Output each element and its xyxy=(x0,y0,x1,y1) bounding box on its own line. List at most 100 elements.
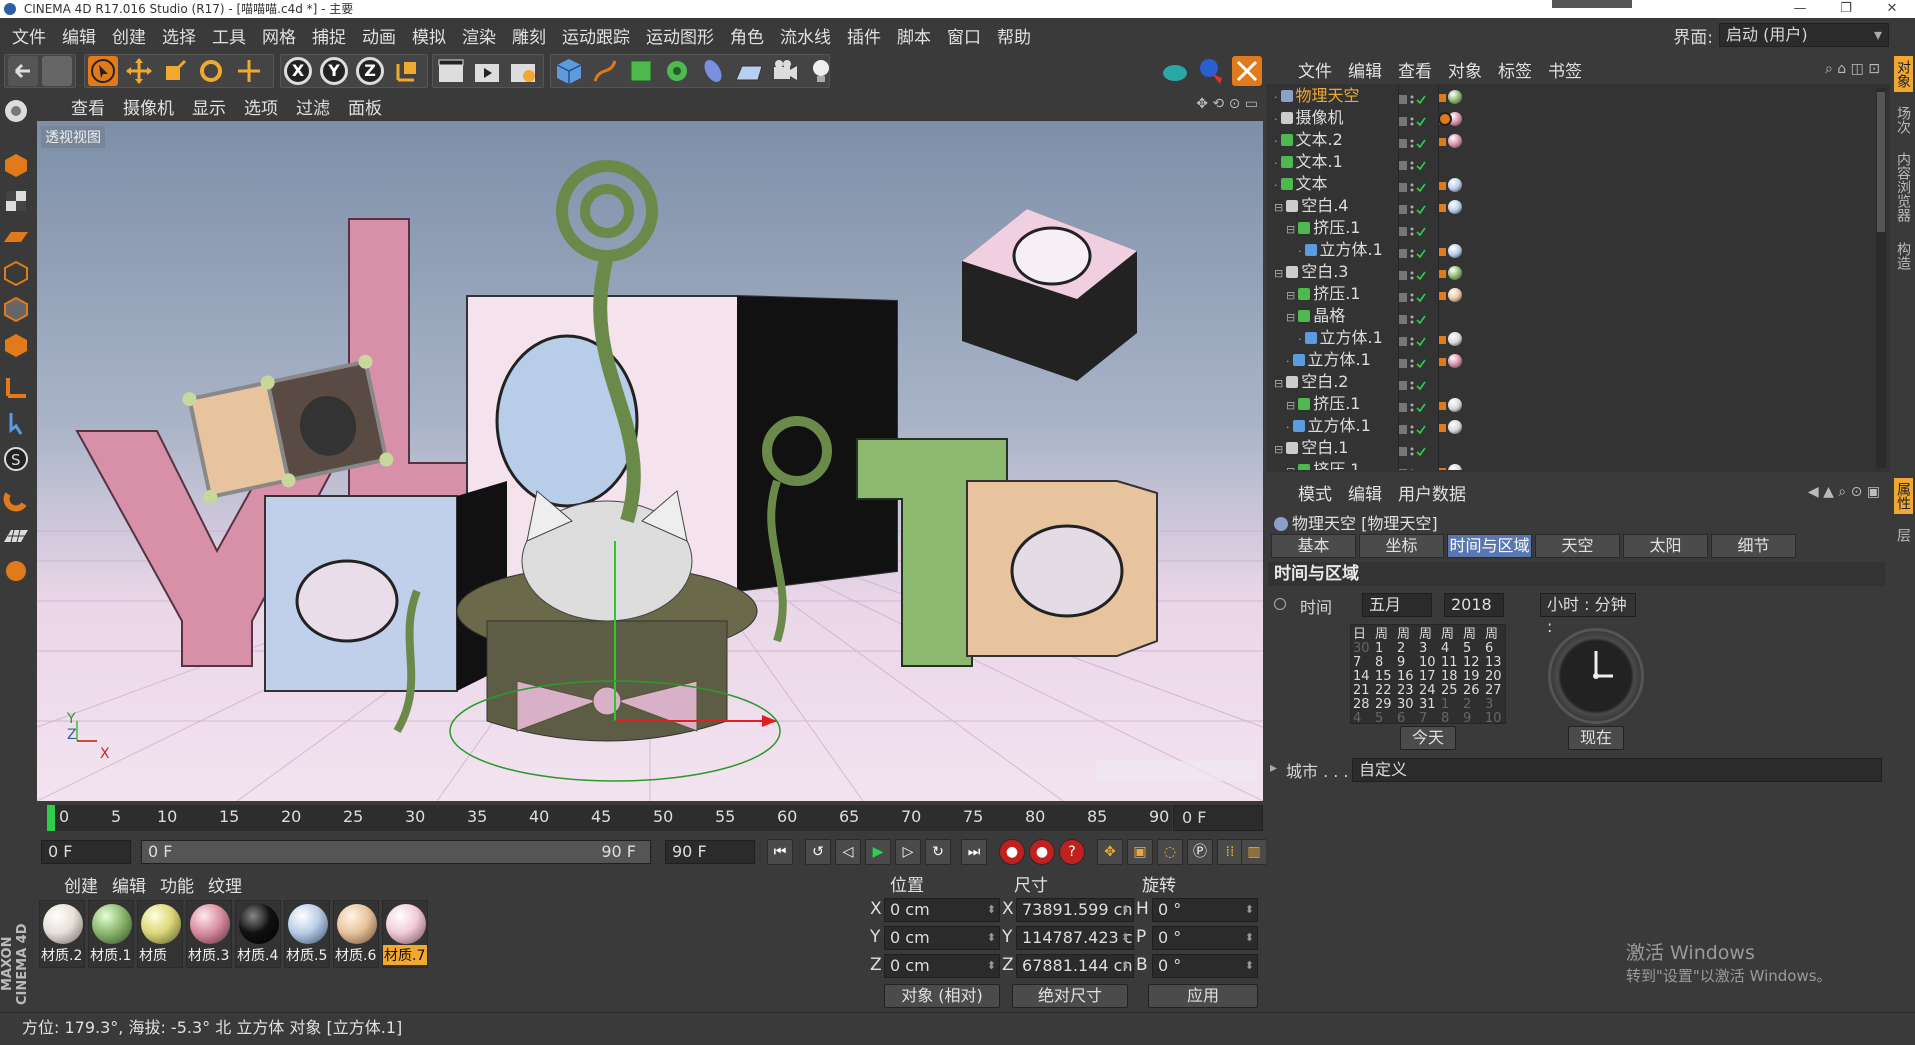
tab-basic[interactable]: 基本 xyxy=(1271,534,1356,558)
y-axis-lock-button[interactable]: Y xyxy=(320,57,348,85)
visibility-flags-icon[interactable] xyxy=(1398,310,1428,325)
viewport-nav-icons[interactable]: ✥ ⟲ ⊙ ▭ xyxy=(1196,96,1258,112)
expand-toggle-icon[interactable]: · xyxy=(1298,245,1302,258)
tweak-mode-icon[interactable] xyxy=(3,410,29,436)
time-radio[interactable] xyxy=(1274,598,1286,610)
size-mode-dropdown[interactable]: 绝对尺寸 xyxy=(1012,984,1128,1008)
object-row[interactable]: ⊟ 空白.1 xyxy=(1268,437,1874,459)
object-name[interactable]: 文本 xyxy=(1296,174,1328,193)
calendar-day[interactable]: 21 xyxy=(1353,683,1370,698)
object-manager-nav-icons[interactable]: ⌕ ⌂ ◫ ⊡ xyxy=(1825,61,1880,77)
coordinate-mode-dropdown[interactable]: 对象 (相对) xyxy=(884,984,1000,1008)
calendar-day[interactable]: 28 xyxy=(1353,697,1370,712)
visibility-flags-icon[interactable] xyxy=(1398,354,1428,369)
next-key-icon[interactable]: ↻ xyxy=(925,839,951,865)
close-button[interactable]: ✕ xyxy=(1869,0,1915,18)
menu-pipeline[interactable]: 流水线 xyxy=(772,23,839,48)
calendar-day[interactable]: 26 xyxy=(1463,683,1480,698)
x-axis-lock-button[interactable]: X xyxy=(284,57,312,85)
viewport-menu-display[interactable]: 显示 xyxy=(183,94,235,119)
material-menu-function[interactable]: 功能 xyxy=(153,872,201,897)
menu-plugins[interactable]: 插件 xyxy=(839,23,889,48)
object-list-scrollbar[interactable] xyxy=(1876,88,1886,468)
menu-character[interactable]: 角色 xyxy=(722,23,772,48)
prev-key-icon[interactable]: ↺ xyxy=(805,839,831,865)
visibility-flags-icon[interactable] xyxy=(1398,90,1428,105)
calendar-day[interactable]: 19 xyxy=(1463,669,1480,684)
tab-sky[interactable]: 天空 xyxy=(1535,534,1620,558)
size-x-field[interactable]: 73891.599 cn xyxy=(1016,898,1134,922)
side-tab-layers[interactable]: 层 xyxy=(1894,524,1913,546)
render-picture-viewer-icon[interactable] xyxy=(472,56,502,86)
today-button[interactable]: 今天 xyxy=(1400,726,1456,750)
maximize-button[interactable]: ❐ xyxy=(1823,0,1869,18)
make-editable-icon[interactable] xyxy=(3,98,29,124)
calendar-day[interactable]: 27 xyxy=(1485,683,1502,698)
expand-toggle-icon[interactable]: ⊟ xyxy=(1286,223,1295,236)
month-dropdown[interactable]: 五月 xyxy=(1362,593,1432,617)
layout-dropdown[interactable]: 启动 (用户) xyxy=(1719,23,1889,47)
visibility-flags-icon[interactable] xyxy=(1398,178,1428,193)
material-menu-create[interactable]: 创建 xyxy=(57,872,105,897)
clock-icon[interactable] xyxy=(1548,628,1644,724)
side-tab-attributes[interactable]: 属性 xyxy=(1894,478,1913,514)
select-tool-icon[interactable] xyxy=(88,56,118,86)
visibility-flags-icon[interactable] xyxy=(1398,464,1428,470)
calendar-day[interactable]: 10 xyxy=(1485,711,1502,726)
calendar-day[interactable]: 20 xyxy=(1485,669,1502,684)
menu-mograph[interactable]: 运动图形 xyxy=(638,23,722,48)
object-name[interactable]: 文本.2 xyxy=(1296,130,1343,149)
live-select-icon[interactable] xyxy=(234,56,264,86)
coordinate-system-icon[interactable] xyxy=(392,56,422,86)
pos-z-field[interactable]: 0 cm xyxy=(884,954,1000,978)
calendar-day[interactable]: 11 xyxy=(1441,655,1458,670)
menu-mesh[interactable]: 网格 xyxy=(254,23,304,48)
autokey-icon[interactable]: ● xyxy=(1029,839,1055,865)
attr-menu-edit[interactable]: 编辑 xyxy=(1340,480,1390,505)
calendar-day[interactable]: 30 xyxy=(1397,697,1414,712)
polygons-mode-icon[interactable] xyxy=(3,332,29,358)
object-row[interactable]: ⊟ 空白.2 xyxy=(1268,371,1874,393)
visibility-flags-icon[interactable] xyxy=(1398,266,1428,281)
expand-toggle-icon[interactable]: · xyxy=(1274,91,1278,104)
visibility-flags-icon[interactable] xyxy=(1398,222,1428,237)
key-position-icon[interactable]: ✥ xyxy=(1097,839,1123,865)
object-row[interactable]: ⊟ 挤压.1 xyxy=(1268,459,1874,470)
calendar-day[interactable]: 23 xyxy=(1397,683,1414,698)
calendar-day[interactable]: 29 xyxy=(1375,697,1392,712)
viewport-menu-panel[interactable]: 面板 xyxy=(339,94,391,119)
expand-toggle-icon[interactable]: · xyxy=(1298,333,1302,346)
play-icon[interactable]: ▶ xyxy=(865,839,891,865)
object-menu-tags[interactable]: 标签 xyxy=(1490,57,1540,82)
object-row[interactable]: ⊟ 挤压.1 xyxy=(1268,393,1874,415)
end-frame-field[interactable]: 90 F xyxy=(665,840,755,864)
expand-toggle-icon[interactable]: ⊟ xyxy=(1286,465,1295,470)
calendar-day[interactable]: 10 xyxy=(1419,655,1436,670)
calendar-day[interactable]: 13 xyxy=(1485,655,1502,670)
timeline-playhead[interactable] xyxy=(47,805,55,831)
expand-toggle-icon[interactable]: · xyxy=(1274,179,1278,192)
visibility-flags-icon[interactable] xyxy=(1398,156,1428,171)
viewport-menu-view[interactable]: 查看 xyxy=(62,94,114,119)
menu-window[interactable]: 窗口 xyxy=(939,23,989,48)
menu-tools[interactable]: 工具 xyxy=(204,23,254,48)
object-row[interactable]: · 摄像机 xyxy=(1268,107,1874,129)
object-name[interactable]: 立方体.1 xyxy=(1308,350,1371,369)
record-icon[interactable]: ● xyxy=(999,839,1025,865)
menu-edit[interactable]: 编辑 xyxy=(54,23,104,48)
calendar-day[interactable]: 8 xyxy=(1375,655,1383,670)
object-name[interactable]: 挤压.1 xyxy=(1313,460,1360,470)
object-menu-edit[interactable]: 编辑 xyxy=(1340,57,1390,82)
menu-file[interactable]: 文件 xyxy=(4,23,54,48)
attr-nav-icons[interactable]: ◀ ▲ ⌕ ⊙ ▣ xyxy=(1808,484,1880,500)
object-row[interactable]: · 立方体.1 xyxy=(1268,327,1874,349)
visibility-flags-icon[interactable] xyxy=(1398,200,1428,215)
object-list[interactable]: · 物理天空 · 摄像机 · 文本.2 · 文本.1 · 文本 ⊟ 空白.4 ⊟ 挤压.1 · 立方体.1 ⊟ 空… xyxy=(1268,85,1874,470)
calendar-grid[interactable]: 日周周周周周周 30 1 2 3 4 5 6 7 8 9 10 11 12 13 14 15 16 17 18 19 20… xyxy=(1350,624,1506,726)
calendar-day[interactable]: 15 xyxy=(1375,669,1392,684)
object-row[interactable]: · 立方体.1 xyxy=(1268,349,1874,371)
lock-workplane-icon[interactable] xyxy=(3,558,29,584)
menu-create[interactable]: 创建 xyxy=(104,23,154,48)
object-row[interactable]: · 文本.2 xyxy=(1268,129,1874,151)
object-row[interactable]: ⊟ 挤压.1 xyxy=(1268,283,1874,305)
